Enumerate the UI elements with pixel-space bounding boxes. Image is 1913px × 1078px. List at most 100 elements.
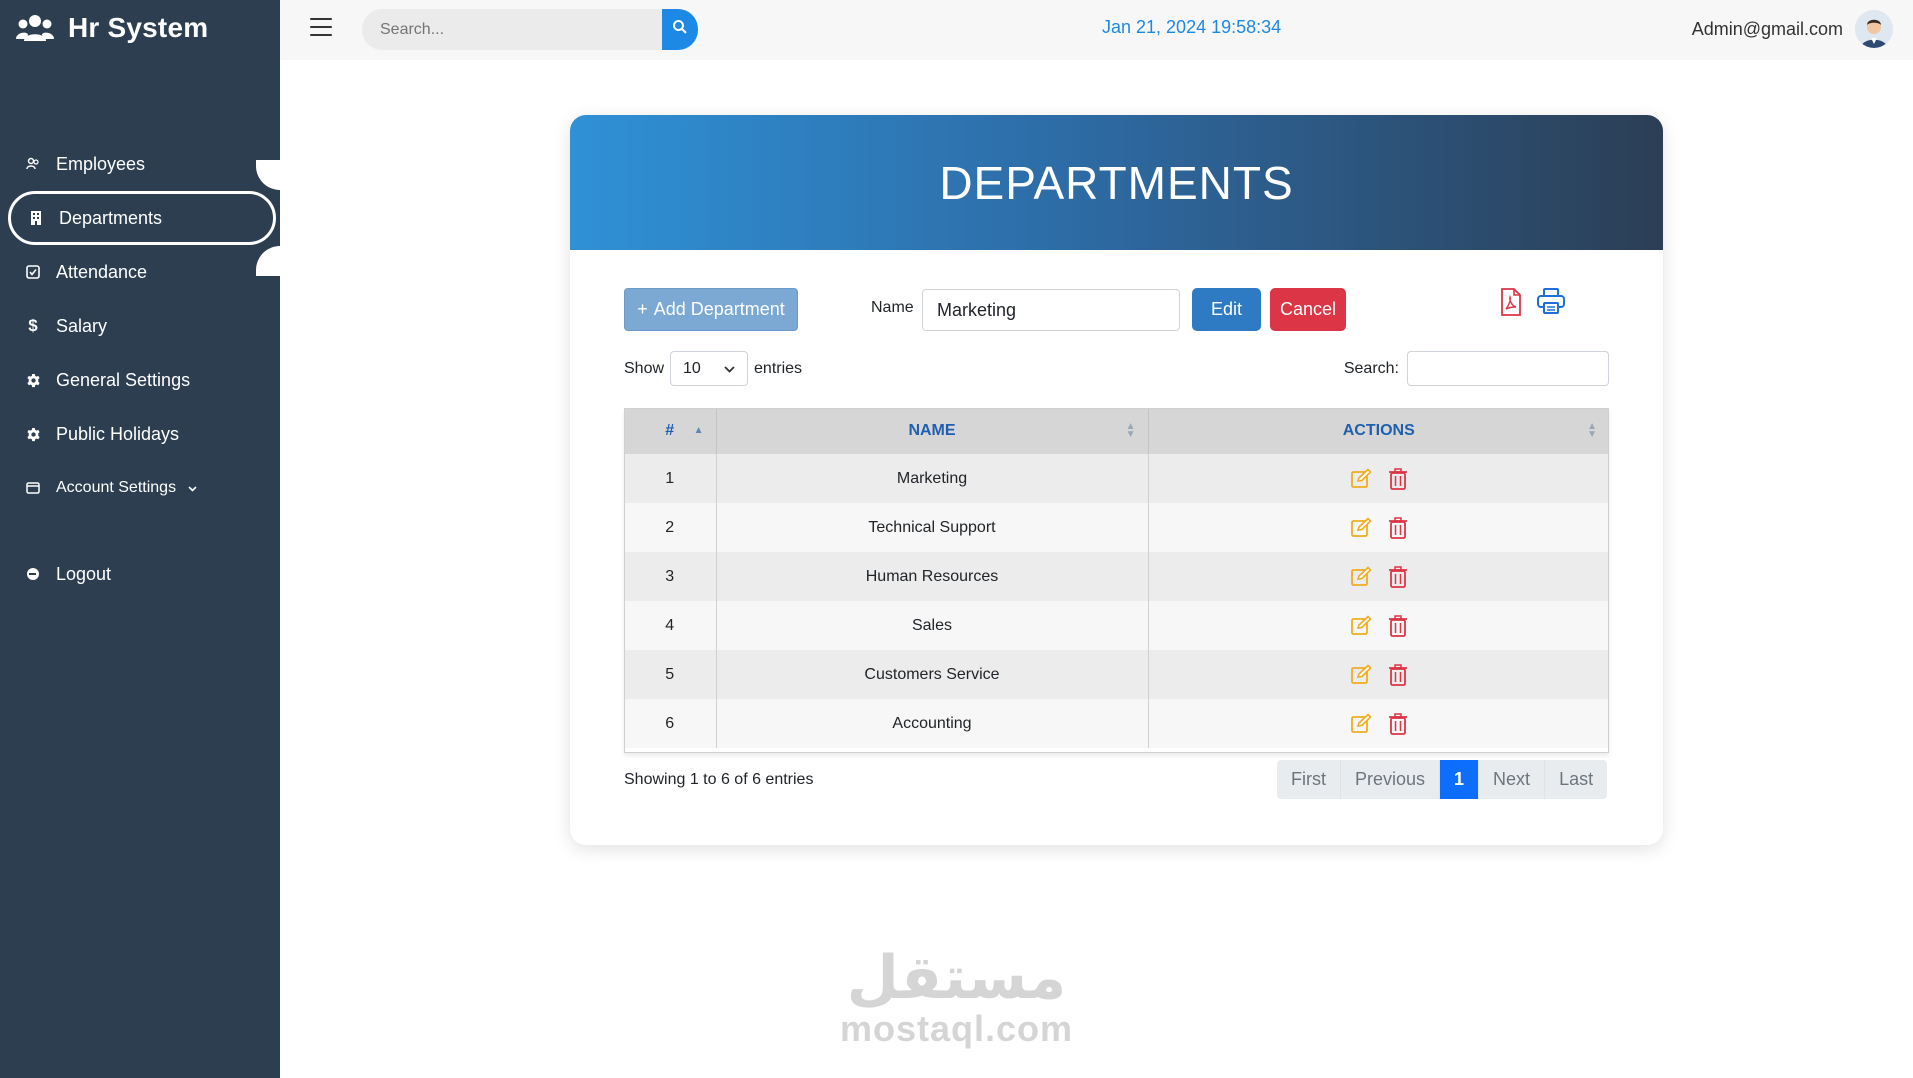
cell-id: 1 — [624, 454, 717, 503]
edit-icon[interactable] — [1350, 516, 1372, 539]
logout-label: Logout — [56, 563, 112, 584]
sidebar-item-public-holidays[interactable]: Public Holidays — [0, 407, 280, 461]
brand[interactable]: Hr System — [16, 12, 208, 44]
table-search-input[interactable] — [1407, 351, 1609, 386]
sidebar-item-label: Departments — [59, 207, 163, 228]
cancel-button[interactable]: Cancel — [1270, 288, 1346, 331]
department-name-input[interactable] — [922, 289, 1180, 331]
page-title: DEPARTMENTS — [939, 156, 1294, 209]
column-header-name[interactable]: NAME ▲ ▼ — [716, 408, 1149, 454]
check-square-icon — [24, 263, 42, 281]
departments-card: DEPARTMENTS + Add Department Name Edit C… — [570, 115, 1663, 845]
search-input[interactable] — [362, 9, 662, 50]
cell-id: 6 — [624, 699, 717, 748]
cell-id: 2 — [624, 503, 717, 552]
edit-icon[interactable] — [1350, 712, 1372, 735]
trash-icon[interactable] — [1388, 467, 1408, 490]
table-row: 6 Accounting — [624, 699, 1609, 748]
global-search — [362, 9, 698, 50]
edit-icon[interactable] — [1350, 614, 1372, 637]
cell-actions — [1148, 552, 1609, 601]
cell-id: 5 — [624, 650, 717, 699]
topbar: Jan 21, 2024 19:58:34 Admin@gmail.com — [280, 0, 1913, 60]
edit-icon[interactable] — [1350, 467, 1372, 490]
sidebar-item-employees[interactable]: Employees — [0, 137, 280, 191]
page-length-control: Show 10 entries — [624, 351, 802, 386]
sidebar-item-departments[interactable]: Departments — [8, 191, 276, 245]
watermark-arabic: مستقل — [846, 943, 1067, 1013]
pdf-export-icon[interactable] — [1500, 288, 1522, 321]
table-search-label: Search: — [1343, 359, 1399, 377]
pagination-next[interactable]: Next — [1479, 760, 1546, 799]
sidebar-item-label: Employees — [56, 153, 146, 174]
add-department-label: Add Department — [653, 299, 785, 319]
app-title: Hr System — [68, 12, 209, 43]
watermark: مستقل mostaql.com — [840, 948, 1073, 1050]
trash-icon[interactable] — [1388, 614, 1408, 637]
menu-toggle-icon[interactable] — [310, 18, 332, 36]
cell-actions — [1148, 699, 1609, 748]
sidebar-nav: Employees Departments Attendance $ Salar… — [0, 137, 280, 515]
sort-icon: ▲ ▼ — [1587, 421, 1597, 440]
pagination: First Previous 1 Next Last — [1277, 760, 1608, 799]
print-icon[interactable] — [1536, 288, 1566, 319]
cell-name: Customers Service — [716, 650, 1149, 699]
trash-icon[interactable] — [1388, 516, 1408, 539]
column-header-label: ACTIONS — [1342, 422, 1415, 439]
search-button[interactable] — [662, 9, 698, 50]
sidebar-item-label: Salary — [56, 315, 108, 336]
dollar-icon: $ — [28, 316, 38, 335]
departments-table: # ▲ NAME ▲ ▼ ACTIONS ▲ ▼ 1 Marketing 2 Technical… — [624, 408, 1609, 748]
cell-name: Technical Support — [716, 503, 1149, 552]
chevron-down-icon — [188, 481, 197, 495]
sidebar-item-label: Attendance — [56, 261, 148, 282]
edit-button[interactable]: Edit — [1192, 288, 1261, 331]
users-icon — [24, 155, 42, 173]
add-department-button[interactable]: + Add Department — [624, 288, 798, 331]
table-row: 1 Marketing — [624, 454, 1609, 503]
user-menu[interactable]: Admin@gmail.com — [1692, 10, 1893, 48]
sidebar-item-salary[interactable]: $ Salary — [0, 299, 280, 353]
pagination-page-current[interactable]: 1 — [1440, 760, 1480, 799]
pagination-first[interactable]: First — [1277, 760, 1341, 799]
pagination-last[interactable]: Last — [1545, 760, 1608, 799]
user-email: Admin@gmail.com — [1691, 18, 1843, 39]
logout-icon — [24, 565, 42, 583]
pagination-previous[interactable]: Previous — [1341, 760, 1441, 799]
column-header-id[interactable]: # ▲ — [624, 408, 717, 454]
table-row: 2 Technical Support — [624, 503, 1609, 552]
cell-actions — [1148, 650, 1609, 699]
trash-icon[interactable] — [1388, 663, 1408, 686]
cell-actions — [1148, 454, 1609, 503]
column-header-actions[interactable]: ACTIONS ▲ ▼ — [1148, 408, 1609, 454]
page-size-value: 10 — [683, 359, 701, 377]
cell-actions — [1148, 503, 1609, 552]
avatar[interactable] — [1855, 10, 1893, 48]
current-datetime: Jan 21, 2024 19:58:34 — [1102, 17, 1282, 37]
cell-name: Human Resources — [716, 552, 1149, 601]
entries-label: entries — [754, 359, 803, 377]
sort-asc-icon: ▲ — [693, 425, 704, 436]
table-header-row: # ▲ NAME ▲ ▼ ACTIONS ▲ ▼ — [624, 408, 1609, 454]
sidebar-item-general-settings[interactable]: General Settings — [0, 353, 280, 407]
logout-button[interactable]: Logout — [0, 547, 111, 601]
trash-icon[interactable] — [1388, 712, 1408, 735]
sidebar-item-account-settings[interactable]: Account Settings — [0, 461, 280, 515]
watermark-latin: mostaql.com — [840, 1008, 1074, 1049]
cell-id: 3 — [624, 552, 717, 601]
department-form: + Add Department Name Edit Cancel — [624, 288, 1614, 332]
sidebar-item-label: General Settings — [56, 369, 191, 390]
sidebar-item-attendance[interactable]: Attendance — [0, 245, 280, 299]
cell-name: Sales — [716, 601, 1149, 650]
table-row: 5 Customers Service — [624, 650, 1609, 699]
edit-icon[interactable] — [1350, 663, 1372, 686]
column-header-label: NAME — [908, 422, 956, 439]
page-size-select[interactable]: 10 — [670, 351, 749, 386]
cell-id: 4 — [624, 601, 717, 650]
edit-icon[interactable] — [1350, 565, 1372, 588]
trash-icon[interactable] — [1388, 565, 1408, 588]
building-icon — [27, 209, 45, 227]
column-header-label: # — [665, 422, 675, 439]
sidebar-item-label: Public Holidays — [56, 423, 180, 444]
chevron-down-icon — [724, 360, 735, 378]
